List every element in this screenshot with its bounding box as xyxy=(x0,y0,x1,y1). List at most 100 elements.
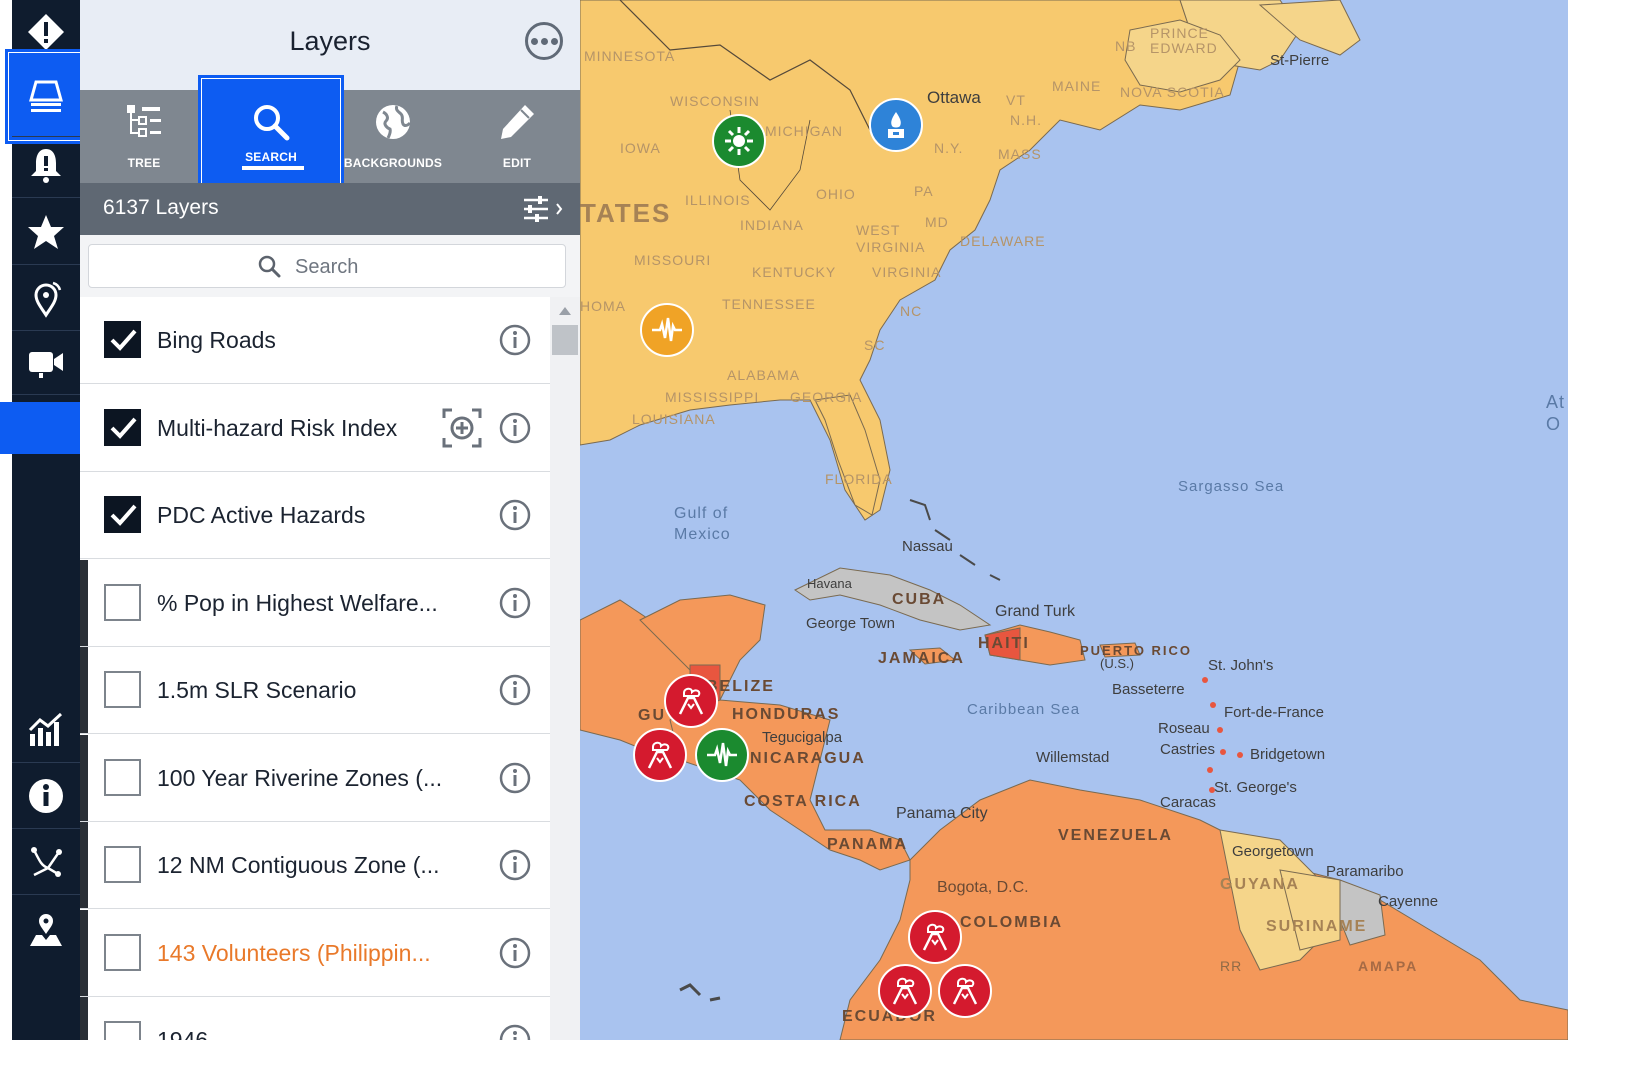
rail-info-button[interactable] xyxy=(12,764,80,829)
layer-count: 6137 Layers xyxy=(103,196,219,219)
earthquake-hazard-marker[interactable] xyxy=(640,303,694,357)
rail-favorites-button[interactable] xyxy=(12,200,80,265)
search-field[interactable] xyxy=(88,244,566,288)
search-icon xyxy=(254,105,290,141)
volcano-hazard-marker[interactable] xyxy=(878,964,932,1018)
filter-settings-icon[interactable] xyxy=(522,195,564,223)
star-icon xyxy=(28,215,64,249)
more-options-button[interactable] xyxy=(525,22,563,60)
layer-checkbox[interactable] xyxy=(104,933,141,971)
layer-row[interactable]: 143 Volunteers (Philippin... xyxy=(80,909,550,997)
more-dot xyxy=(540,37,548,45)
volcano-hazard-marker[interactable] xyxy=(908,910,962,964)
volcano-hazard-marker[interactable] xyxy=(633,728,687,782)
map-label: SURINAME xyxy=(1266,918,1368,935)
earthquake-icon xyxy=(707,742,737,767)
layer-row-indicator xyxy=(80,909,88,996)
manmade-hazard-marker[interactable] xyxy=(869,98,923,152)
map-label: Willemstad xyxy=(1036,749,1110,766)
scroll-up-arrow-icon[interactable] xyxy=(559,307,571,315)
tab-backgrounds-label: BACKGROUNDS xyxy=(343,156,443,170)
map-label: WEST VIRGINIA xyxy=(856,222,926,255)
tab-search[interactable]: SEARCH xyxy=(202,79,340,185)
layer-checkbox[interactable] xyxy=(104,408,141,446)
wildfire-hazard-marker[interactable] xyxy=(712,114,766,168)
layer-info-icon[interactable] xyxy=(499,324,531,356)
scroll-thumb[interactable] xyxy=(552,325,578,355)
map-label: Fort-de-France xyxy=(1224,704,1325,721)
layer-info-icon[interactable] xyxy=(499,849,531,881)
map-label: SC xyxy=(864,337,886,353)
layer-checkbox[interactable] xyxy=(104,1021,141,1040)
layers-icon xyxy=(29,80,63,112)
layer-info-icon[interactable] xyxy=(499,937,531,969)
map-label: ILLINOIS xyxy=(685,192,751,208)
layer-checkbox[interactable] xyxy=(104,758,141,796)
layer-row[interactable]: 100 Year Riverine Zones (... xyxy=(80,734,550,822)
layer-name: % Pop in Highest Welfare... xyxy=(157,589,438,616)
layer-row[interactable]: PDC Active Hazards xyxy=(80,472,550,559)
layer-row[interactable]: 12 NM Contiguous Zone (... xyxy=(80,822,550,909)
route-icon xyxy=(31,847,62,877)
map-label: CUBA xyxy=(892,591,947,608)
tree-icon xyxy=(127,105,161,137)
warning-diamond-icon xyxy=(28,14,64,50)
map-label: Basseterre xyxy=(1112,681,1185,698)
layer-info-icon[interactable] xyxy=(499,587,531,619)
map-label: Bogota, D.C. xyxy=(937,879,1029,896)
layers-panel: Layers TREE SEARCH BACKGROUNDS EDIT 6137… xyxy=(80,0,580,1040)
layer-checkbox[interactable] xyxy=(104,583,141,621)
map-label: N.Y. xyxy=(934,140,964,156)
rail-location-button[interactable] xyxy=(12,266,80,331)
volcano-hazard-marker[interactable] xyxy=(938,964,992,1018)
map-label: FLORIDA xyxy=(825,471,893,487)
layer-info-icon[interactable] xyxy=(499,499,531,531)
rail-video-button[interactable] xyxy=(12,330,80,395)
map-label: KENTUCKY xyxy=(752,264,837,280)
layer-info-icon[interactable] xyxy=(499,762,531,794)
map-label: Grand Turk xyxy=(995,603,1076,620)
volcano-icon xyxy=(892,977,918,1005)
tab-edit[interactable]: EDIT xyxy=(457,90,577,183)
layer-name: 12 NM Contiguous Zone (... xyxy=(157,852,440,878)
layer-checkbox[interactable] xyxy=(104,671,141,708)
map-label: St. George's xyxy=(1214,779,1297,796)
volcano-hazard-marker[interactable] xyxy=(664,674,718,728)
layer-name: Multi-hazard Risk Index xyxy=(157,414,398,441)
layer-name: 100 Year Riverine Zones (... xyxy=(157,764,443,791)
rail-routes-button[interactable] xyxy=(12,830,80,895)
zoom-to-layer-icon[interactable] xyxy=(442,408,482,448)
more-dot xyxy=(550,37,558,45)
rail-analytics-button[interactable] xyxy=(12,698,80,763)
layer-row[interactable]: Bing Roads xyxy=(80,297,550,384)
rail-layers-button[interactable] xyxy=(9,53,83,140)
map-label: (U.S.) xyxy=(1100,656,1134,671)
layer-list-scrollbar[interactable] xyxy=(550,297,580,1040)
layer-row[interactable]: 1946 xyxy=(80,997,550,1040)
map-label: ALABAMA xyxy=(727,367,801,383)
map-label: GU xyxy=(638,707,666,724)
layer-row[interactable]: % Pop in Highest Welfare... xyxy=(80,559,550,647)
earthquake-hazard-marker[interactable] xyxy=(695,728,749,782)
map-label: MD xyxy=(925,214,949,230)
tab-tree[interactable]: TREE xyxy=(84,90,204,183)
map-label: OHIO xyxy=(816,186,856,202)
layer-row[interactable]: Multi-hazard Risk Index xyxy=(80,384,550,472)
rail-map-pin-button[interactable] xyxy=(12,898,80,962)
layer-checkbox[interactable] xyxy=(104,321,141,358)
layer-row-indicator xyxy=(80,647,88,733)
layer-info-icon[interactable] xyxy=(499,1024,531,1040)
panel-header: Layers xyxy=(80,0,580,90)
map-view[interactable]: MINNESOTA WISCONSIN MICHIGAN IOWA ILLINO… xyxy=(580,0,1568,1040)
tab-backgrounds[interactable]: BACKGROUNDS xyxy=(333,90,453,183)
layer-info-icon[interactable] xyxy=(499,674,531,706)
map-label: AMAPA xyxy=(1358,958,1419,974)
search-input[interactable] xyxy=(293,251,557,283)
layer-info-icon[interactable] xyxy=(499,412,531,444)
globe-icon xyxy=(376,105,412,139)
layer-checkbox[interactable] xyxy=(104,496,141,533)
layer-checkbox[interactable] xyxy=(104,846,141,883)
rail-alerts-button[interactable] xyxy=(12,133,80,198)
layer-row[interactable]: 1.5m SLR Scenario xyxy=(80,647,550,734)
map-label: PRINCE EDWARD xyxy=(1150,25,1218,56)
